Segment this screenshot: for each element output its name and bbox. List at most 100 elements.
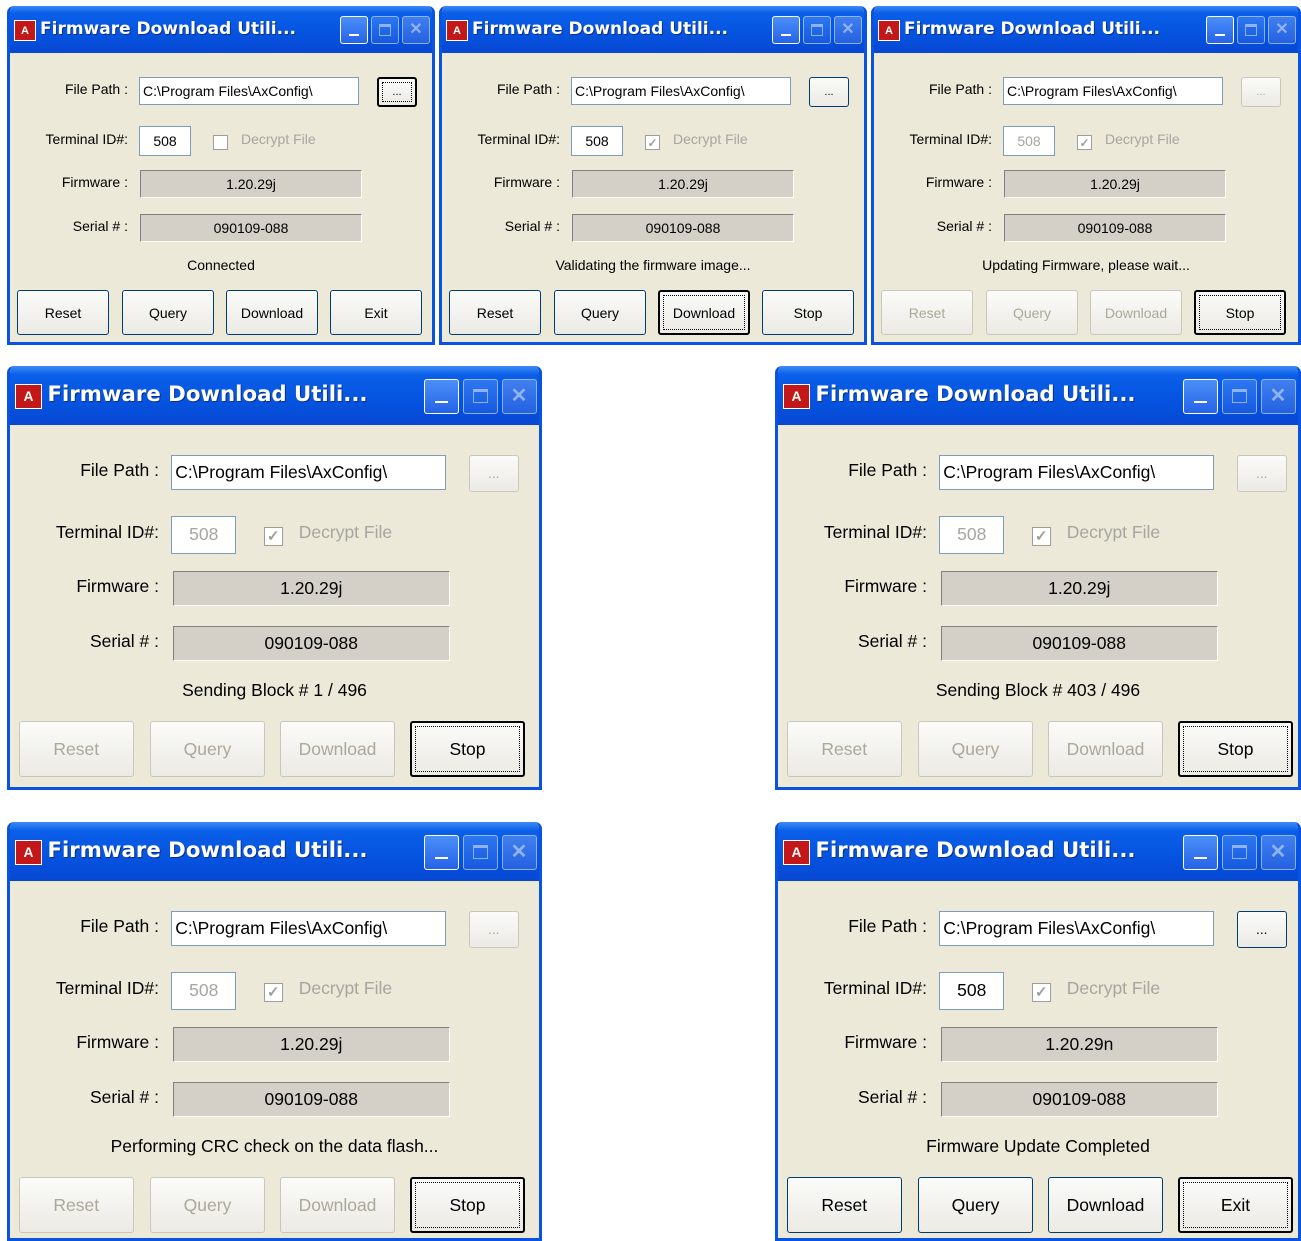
browse-button[interactable]: ... <box>377 77 417 107</box>
title-bar[interactable]: A Firmware Download Utili... ✕ <box>874 6 1298 53</box>
minimize-button[interactable] <box>1183 378 1218 414</box>
browse-button[interactable]: ... <box>1236 454 1287 493</box>
serial-number-field: 090109-088 <box>172 1082 450 1117</box>
query-button[interactable]: Query <box>122 290 214 335</box>
minimize-button[interactable] <box>424 378 459 414</box>
maximize-icon <box>379 24 391 36</box>
close-button[interactable]: ✕ <box>834 16 862 44</box>
close-button[interactable]: ✕ <box>1260 378 1296 414</box>
terminal-id-input[interactable]: 508 <box>939 972 1005 1010</box>
query-button[interactable]: Query <box>986 290 1078 335</box>
reset-button[interactable]: Reset <box>881 290 973 335</box>
maximize-button[interactable] <box>1221 378 1257 414</box>
file-path-input[interactable]: C:\Program Files\AxConfig\ <box>171 910 447 946</box>
file-path-input[interactable]: C:\Program Files\AxConfig\ <box>171 454 447 490</box>
decrypt-file-checkbox[interactable]: ✓ <box>263 527 283 546</box>
close-button[interactable]: ✕ <box>1260 834 1296 870</box>
download-button[interactable]: Download <box>658 290 750 335</box>
decrypt-file-checkbox[interactable]: ✓ <box>1031 983 1051 1002</box>
terminal-id-input[interactable]: 508 <box>139 126 191 156</box>
download-button[interactable]: Download <box>280 1177 395 1234</box>
action-button[interactable]: Stop <box>1178 721 1293 778</box>
app-logo-icon: A <box>15 383 42 410</box>
firmware-label: Firmware : <box>76 576 159 596</box>
browse-button[interactable]: ... <box>468 454 519 493</box>
reset-button[interactable]: Reset <box>786 1177 902 1234</box>
minimize-button[interactable] <box>340 16 368 44</box>
dialog-body: File Path : C:\Program Files\AxConfig\...… <box>10 425 539 787</box>
query-button[interactable]: Query <box>150 721 265 778</box>
decrypt-file-checkbox[interactable] <box>213 135 228 150</box>
serial-number-field: 090109-088 <box>940 1082 1218 1117</box>
close-button[interactable]: ✕ <box>1268 16 1296 44</box>
download-button[interactable]: Download <box>226 290 318 335</box>
dialog-body: File Path : C:\Program Files\AxConfig\...… <box>778 425 1298 787</box>
firmware-label: Firmware : <box>76 1032 159 1052</box>
browse-button[interactable]: ... <box>1236 910 1287 949</box>
reset-button[interactable]: Reset <box>18 1177 134 1234</box>
decrypt-file-label: Decrypt File <box>298 522 393 543</box>
terminal-id-input[interactable]: 508 <box>571 126 623 156</box>
browse-button[interactable]: ... <box>468 910 519 949</box>
title-bar[interactable]: A Firmware Download Utili... ✕ <box>778 822 1298 881</box>
decrypt-file-checkbox[interactable]: ✓ <box>1031 527 1051 546</box>
query-button[interactable]: Query <box>150 1177 265 1234</box>
file-path-input[interactable]: C:\Program Files\AxConfig\ <box>1003 77 1223 105</box>
file-path-input[interactable]: C:\Program Files\AxConfig\ <box>939 454 1215 490</box>
decrypt-file-checkbox[interactable]: ✓ <box>263 983 283 1002</box>
dialog-body: File Path : C:\Program Files\AxConfig\...… <box>778 881 1298 1238</box>
reset-button[interactable]: Reset <box>786 721 902 778</box>
action-button[interactable]: Stop <box>762 290 854 335</box>
reset-button[interactable]: Reset <box>17 290 109 335</box>
reset-button[interactable]: Reset <box>18 721 134 778</box>
download-button[interactable]: Download <box>280 721 395 778</box>
action-button[interactable]: Stop <box>410 721 525 778</box>
minimize-button[interactable] <box>772 16 800 44</box>
close-button[interactable]: ✕ <box>402 16 430 44</box>
maximize-button[interactable] <box>462 834 498 870</box>
file-path-input[interactable]: C:\Program Files\AxConfig\ <box>139 77 359 105</box>
serial-number-label: Serial # : <box>857 1087 927 1107</box>
title-bar[interactable]: A Firmware Download Utili... ✕ <box>442 6 864 53</box>
download-button[interactable]: Download <box>1090 290 1182 335</box>
maximize-button[interactable] <box>462 378 498 414</box>
maximize-button[interactable] <box>371 16 399 44</box>
title-bar[interactable]: A Firmware Download Utili... ✕ <box>10 822 539 881</box>
close-button[interactable]: ✕ <box>501 378 537 414</box>
terminal-id-input[interactable]: 508 <box>171 516 237 554</box>
download-button[interactable]: Download <box>1048 1177 1163 1234</box>
minimize-button[interactable] <box>424 834 459 870</box>
maximize-button[interactable] <box>1237 16 1265 44</box>
download-button[interactable]: Download <box>1048 721 1163 778</box>
title-bar[interactable]: A Firmware Download Utili... ✕ <box>10 6 432 53</box>
firmware-label: Firmware : <box>844 576 927 596</box>
file-path-label: File Path : <box>848 915 927 936</box>
minimize-button[interactable] <box>1183 834 1218 870</box>
title-bar[interactable]: A Firmware Download Utili... ✕ <box>778 366 1298 425</box>
action-button[interactable]: Stop <box>410 1177 525 1234</box>
action-button[interactable]: Exit <box>330 290 422 335</box>
action-button[interactable]: Exit <box>1178 1177 1293 1234</box>
query-button[interactable]: Query <box>918 1177 1033 1234</box>
maximize-button[interactable] <box>803 16 831 44</box>
terminal-id-input[interactable]: 508 <box>939 516 1005 554</box>
browse-button[interactable]: ... <box>1241 77 1281 107</box>
action-button[interactable]: Stop <box>1194 290 1286 335</box>
query-button[interactable]: Query <box>554 290 646 335</box>
file-path-input[interactable]: C:\Program Files\AxConfig\ <box>939 910 1215 946</box>
decrypt-file-checkbox[interactable]: ✓ <box>645 135 660 150</box>
maximize-button[interactable] <box>1221 834 1257 870</box>
terminal-id-input[interactable]: 508 <box>1003 126 1055 156</box>
browse-button[interactable]: ... <box>809 77 849 107</box>
minimize-button[interactable] <box>1206 16 1234 44</box>
file-path-input[interactable]: C:\Program Files\AxConfig\ <box>571 77 791 105</box>
decrypt-file-checkbox[interactable]: ✓ <box>1077 135 1092 150</box>
query-button[interactable]: Query <box>918 721 1033 778</box>
reset-button[interactable]: Reset <box>449 290 541 335</box>
decrypt-file-label: Decrypt File <box>673 131 748 147</box>
serial-number-label: Serial # : <box>936 218 992 234</box>
terminal-id-input[interactable]: 508 <box>171 972 237 1010</box>
close-button[interactable]: ✕ <box>501 834 537 870</box>
window-title: Firmware Download Utili... <box>40 19 296 39</box>
title-bar[interactable]: A Firmware Download Utili... ✕ <box>10 366 539 425</box>
